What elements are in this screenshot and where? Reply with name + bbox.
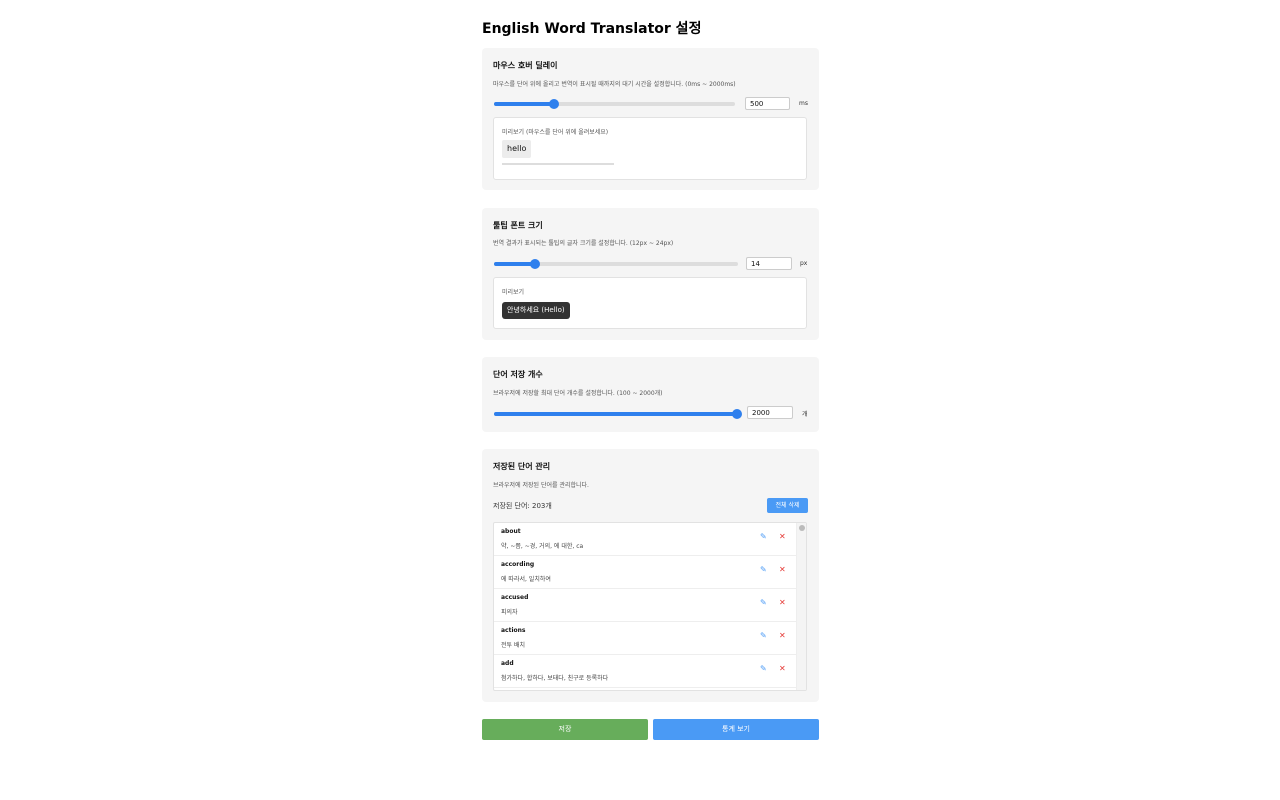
font-size-title: 툴팁 폰트 크기 xyxy=(493,221,543,230)
saved-words-count: 저장된 단어: 203개 xyxy=(493,502,552,510)
close-icon[interactable]: ✕ xyxy=(779,565,786,574)
saved-words-description: 브라우저에 저장된 단어를 관리합니다. xyxy=(493,482,589,489)
slider-fill xyxy=(494,102,555,106)
word-meaning: 피의자 xyxy=(501,609,518,616)
page-title: English Word Translator 설정 xyxy=(482,21,702,37)
pencil-icon[interactable]: ✎ xyxy=(760,565,767,574)
hover-delay-card: 마우스 호버 딜레이 마우스를 단어 위에 올리고 번역이 표시될 때까지의 대… xyxy=(482,48,819,190)
slider-thumb[interactable] xyxy=(529,259,540,269)
word-count-card: 단어 저장 개수 브라우저에 저장할 최대 단어 개수를 설정합니다. (100… xyxy=(482,357,819,432)
font-size-description: 번역 결과가 표시되는 툴팁의 글자 크기를 설정합니다. (12px ~ 24… xyxy=(493,240,674,247)
word-meaning: 약, ~쯤, ~경, 거의, 에 대한, ca xyxy=(501,543,584,550)
font-size-card: 툴팁 폰트 크기 번역 결과가 표시되는 툴팁의 글자 크기를 설정합니다. (… xyxy=(482,208,819,340)
slider-thumb[interactable] xyxy=(549,99,560,109)
pencil-icon[interactable]: ✎ xyxy=(760,532,767,541)
list-item: according 에 따라서, 일치하여 ✎ ✕ xyxy=(494,556,796,589)
saved-words-title: 저장된 단어 관리 xyxy=(493,462,551,471)
word-count-slider[interactable] xyxy=(494,409,742,419)
tooltip-preview: 안녕하세요 (Hello) xyxy=(502,302,570,319)
hover-preview-word[interactable]: hello xyxy=(502,140,532,158)
word-count-input[interactable]: 2000 xyxy=(747,406,793,419)
list-item: accused 피의자 ✎ ✕ xyxy=(494,589,796,622)
word-text: actions xyxy=(501,627,526,634)
word-text: add xyxy=(501,660,514,667)
hover-delay-unit: ms xyxy=(799,100,808,107)
font-preview-box: 미리보기 안녕하세요 (Hello) xyxy=(493,277,807,329)
close-icon[interactable]: ✕ xyxy=(779,664,786,673)
pencil-icon[interactable]: ✎ xyxy=(760,598,767,607)
close-icon[interactable]: ✕ xyxy=(779,532,786,541)
close-icon[interactable]: ✕ xyxy=(779,598,786,607)
font-size-input[interactable]: 14 xyxy=(746,257,792,270)
font-size-unit: px xyxy=(800,260,808,267)
word-count-unit: 개 xyxy=(802,411,808,418)
word-text: about xyxy=(501,528,521,535)
word-count-description: 브라우저에 저장할 최대 단어 개수를 설정합니다. (100 ~ 2000개) xyxy=(493,390,663,397)
list-item: about 약, ~쯤, ~경, 거의, 에 대한, ca ✎ ✕ xyxy=(494,523,796,556)
hover-delay-description: 마우스를 단어 위에 올리고 번역이 표시될 때까지의 대기 시간을 설정합니다… xyxy=(493,81,736,88)
pencil-icon[interactable]: ✎ xyxy=(760,631,767,640)
save-button[interactable]: 저장 xyxy=(482,719,648,740)
word-text: accused xyxy=(501,594,529,601)
hover-preview-label: 미리보기 (마우스를 단어 위에 올려보세요) xyxy=(502,129,609,136)
list-item: add 첨가하다, 합하다, 보태다, 친구로 등록하다 ✎ ✕ xyxy=(494,655,796,688)
hover-delay-input[interactable]: 500 xyxy=(745,97,790,110)
font-size-slider[interactable] xyxy=(494,259,738,269)
slider-fill xyxy=(494,412,737,416)
close-icon[interactable]: ✕ xyxy=(779,631,786,640)
word-text: according xyxy=(501,561,535,568)
font-preview-label: 미리보기 xyxy=(502,289,525,296)
hover-preview-box: 미리보기 (마우스를 단어 위에 올려보세요) hello xyxy=(493,117,807,180)
hover-delay-slider[interactable] xyxy=(494,99,735,109)
list-scrollbar[interactable] xyxy=(796,523,806,690)
delete-all-button[interactable]: 전체 삭제 xyxy=(767,498,808,513)
word-meaning: 전투 배치 xyxy=(501,642,525,649)
slider-thumb[interactable] xyxy=(732,409,742,419)
slider-fill xyxy=(494,262,535,266)
word-meaning: 에 따라서, 일치하여 xyxy=(501,576,551,583)
scrollbar-thumb[interactable] xyxy=(799,525,805,531)
stats-button[interactable]: 통계 보기 xyxy=(653,719,819,740)
saved-words-list[interactable]: about 약, ~쯤, ~경, 거의, 에 대한, ca ✎ ✕ accord… xyxy=(493,522,807,691)
list-item: actions 전투 배치 ✎ ✕ xyxy=(494,622,796,655)
saved-words-card: 저장된 단어 관리 브라우저에 저장된 단어를 관리합니다. 저장된 단어: 2… xyxy=(482,449,819,702)
pencil-icon[interactable]: ✎ xyxy=(760,664,767,673)
word-meaning: 첨가하다, 합하다, 보태다, 친구로 등록하다 xyxy=(501,675,609,682)
hover-delay-title: 마우스 호버 딜레이 xyxy=(493,61,558,70)
word-count-title: 단어 저장 개수 xyxy=(493,370,543,379)
hover-progress-bar xyxy=(502,163,614,165)
